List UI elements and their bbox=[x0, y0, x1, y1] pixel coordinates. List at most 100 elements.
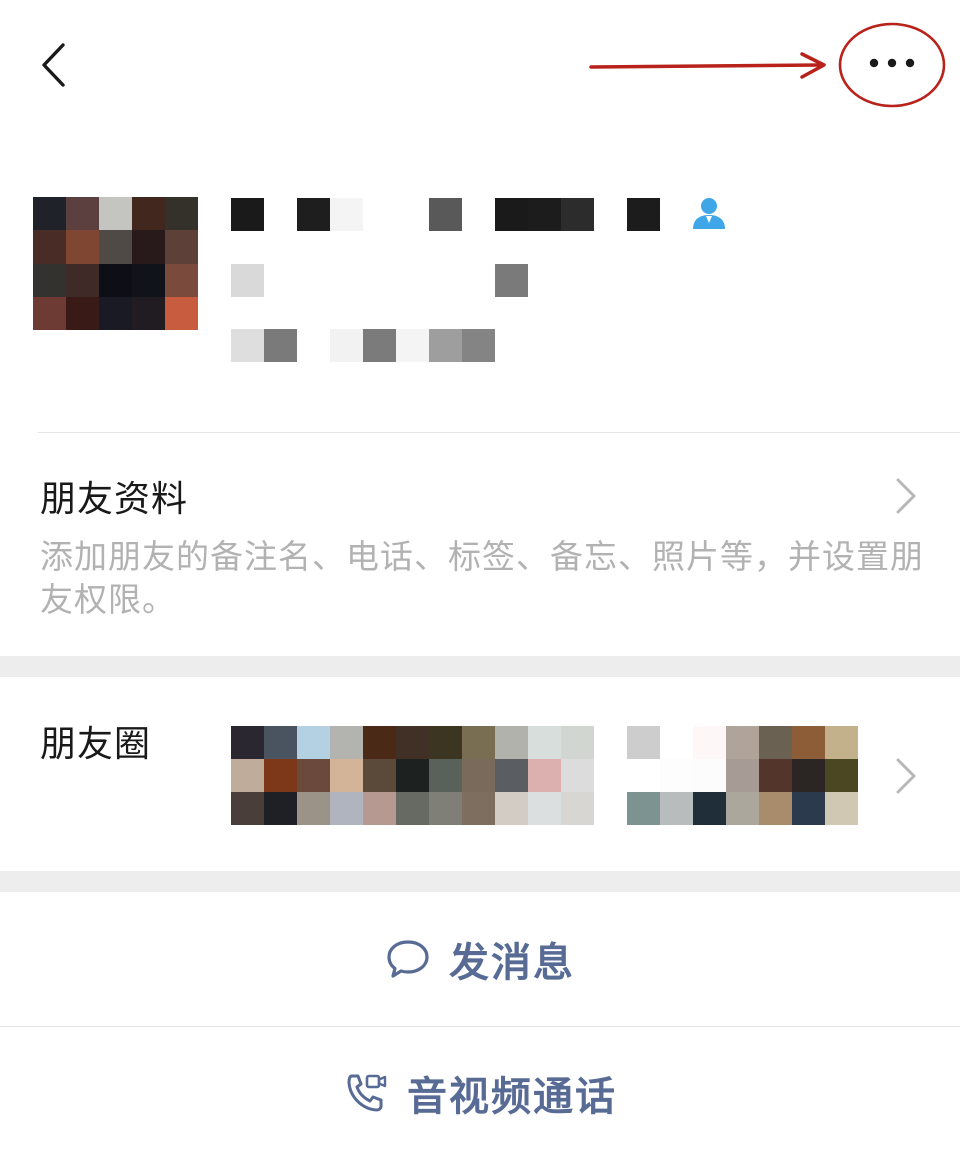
mosaic-pixel bbox=[33, 197, 66, 231]
mosaic-pixel bbox=[495, 726, 528, 759]
mosaic-pixel bbox=[759, 726, 792, 759]
moments-title: 朋友圈 bbox=[40, 724, 152, 765]
mosaic-pixel bbox=[825, 726, 858, 759]
mosaic-pixel bbox=[396, 198, 429, 231]
friend-info-description: 添加朋友的备注名、电话、标签、备忘、照片等，并设置朋友权限。 bbox=[40, 537, 924, 619]
mosaic-pixel bbox=[66, 263, 99, 297]
mosaic-pixel bbox=[330, 329, 363, 362]
video-call-label: 音视频通话 bbox=[407, 1074, 617, 1120]
mosaic-pixel bbox=[825, 792, 858, 825]
mosaic-pixel bbox=[495, 264, 528, 297]
mosaic-pixel bbox=[693, 759, 726, 792]
mosaic-pixel bbox=[66, 230, 99, 264]
avatar[interactable] bbox=[33, 197, 198, 330]
mosaic-pixel bbox=[528, 198, 561, 231]
more-options-button[interactable] bbox=[838, 22, 946, 108]
mosaic-pixel bbox=[99, 296, 132, 330]
mosaic-pixel bbox=[99, 230, 132, 264]
mosaic-pixel bbox=[132, 197, 165, 231]
contact-person-icon bbox=[689, 193, 729, 233]
mosaic-pixel bbox=[330, 264, 363, 297]
mosaic-pixel bbox=[363, 726, 396, 759]
mosaic-pixel bbox=[363, 759, 396, 792]
mosaic-pixel bbox=[528, 792, 561, 825]
mosaic-pixel bbox=[297, 792, 330, 825]
moment-photo bbox=[231, 726, 594, 825]
mosaic-pixel bbox=[330, 759, 363, 792]
mosaic-pixel bbox=[429, 198, 462, 231]
contact-name bbox=[231, 198, 660, 231]
mosaic-pixel bbox=[792, 792, 825, 825]
send-message-button[interactable]: 发消息 bbox=[0, 892, 960, 1026]
mosaic-pixel bbox=[825, 759, 858, 792]
mosaic-pixel bbox=[231, 726, 264, 759]
mosaic-pixel bbox=[561, 792, 594, 825]
contact-region bbox=[231, 329, 495, 362]
mosaic-pixel bbox=[627, 198, 660, 231]
mosaic-pixel bbox=[297, 759, 330, 792]
mosaic-pixel bbox=[462, 329, 495, 362]
mosaic-pixel bbox=[165, 230, 198, 264]
divider bbox=[38, 432, 960, 433]
mosaic-pixel bbox=[627, 759, 660, 792]
mosaic-pixel bbox=[429, 329, 462, 362]
mosaic-pixel bbox=[165, 296, 198, 330]
mosaic-pixel bbox=[627, 726, 660, 759]
mosaic-pixel bbox=[396, 726, 429, 759]
mosaic-pixel bbox=[297, 198, 330, 231]
mosaic-pixel bbox=[363, 264, 396, 297]
ellipsis-icon bbox=[869, 58, 915, 68]
mosaic-pixel bbox=[396, 759, 429, 792]
mosaic-pixel bbox=[792, 759, 825, 792]
mosaic-pixel bbox=[330, 198, 363, 231]
mosaic-pixel bbox=[462, 759, 495, 792]
mosaic-pixel bbox=[132, 296, 165, 330]
mosaic-pixel bbox=[99, 263, 132, 297]
mosaic-pixel bbox=[759, 792, 792, 825]
mosaic-pixel bbox=[363, 198, 396, 231]
mosaic-pixel bbox=[396, 329, 429, 362]
mosaic-pixel bbox=[429, 759, 462, 792]
mosaic-pixel bbox=[297, 264, 330, 297]
mosaic-pixel bbox=[495, 792, 528, 825]
mosaic-pixel bbox=[33, 263, 66, 297]
mosaic-pixel bbox=[726, 792, 759, 825]
section-gap bbox=[0, 871, 960, 892]
mosaic-pixel bbox=[33, 296, 66, 330]
back-button[interactable] bbox=[30, 38, 78, 92]
mosaic-pixel bbox=[396, 792, 429, 825]
mosaic-pixel bbox=[660, 792, 693, 825]
mosaic-pixel bbox=[462, 726, 495, 759]
mosaic-pixel bbox=[264, 264, 297, 297]
mosaic-pixel bbox=[693, 792, 726, 825]
mosaic-pixel bbox=[726, 759, 759, 792]
mosaic-pixel bbox=[396, 264, 429, 297]
mosaic-pixel bbox=[66, 296, 99, 330]
annotation-arrow bbox=[589, 52, 826, 79]
mosaic-pixel bbox=[297, 726, 330, 759]
mosaic-pixel bbox=[429, 726, 462, 759]
mosaic-pixel bbox=[792, 726, 825, 759]
mosaic-pixel bbox=[462, 792, 495, 825]
mosaic-pixel bbox=[561, 726, 594, 759]
mosaic-pixel bbox=[132, 263, 165, 297]
send-message-label: 发消息 bbox=[449, 940, 575, 986]
mosaic-pixel bbox=[495, 198, 528, 231]
mosaic-pixel bbox=[561, 198, 594, 231]
mosaic-pixel bbox=[759, 759, 792, 792]
mosaic-pixel bbox=[429, 792, 462, 825]
video-call-button[interactable]: 音视频通话 bbox=[0, 1027, 960, 1159]
mosaic-pixel bbox=[165, 197, 198, 231]
section-gap bbox=[0, 656, 960, 677]
mosaic-pixel bbox=[330, 792, 363, 825]
chat-bubble-icon bbox=[387, 940, 429, 978]
contact-id bbox=[231, 264, 528, 297]
mosaic-pixel bbox=[165, 263, 198, 297]
mosaic-pixel bbox=[231, 329, 264, 362]
chevron-right-icon bbox=[896, 478, 916, 514]
mosaic-pixel bbox=[660, 759, 693, 792]
mosaic-pixel bbox=[264, 726, 297, 759]
mosaic-pixel bbox=[132, 230, 165, 264]
mosaic-pixel bbox=[561, 759, 594, 792]
mosaic-pixel bbox=[264, 329, 297, 362]
